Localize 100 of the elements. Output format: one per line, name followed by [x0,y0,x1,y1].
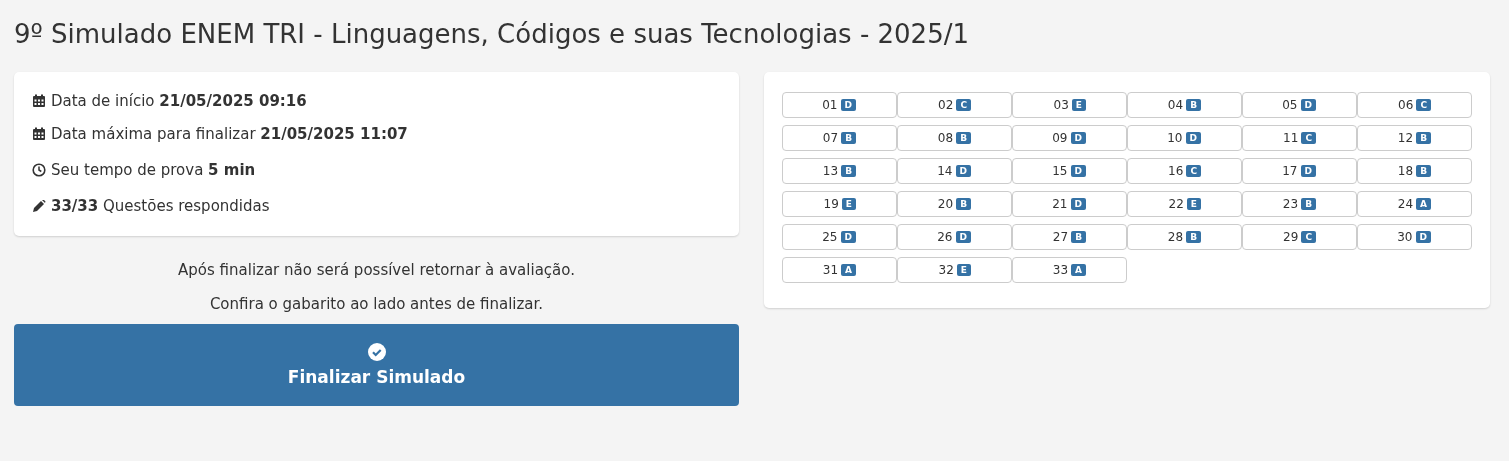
question-cell[interactable]: 15 D [1012,158,1127,184]
info-text: Data máxima para finalizar 21/05/2025 11:07 [51,125,408,143]
question-cell[interactable]: 18 B [1357,158,1472,184]
question-number: 14 [936,164,953,178]
info-text: Data de início 21/05/2025 09:16 [51,92,307,110]
question-number: 17 [1281,164,1298,178]
answer-badge: D [1070,165,1086,177]
question-cell[interactable]: 33 A [1012,257,1127,283]
question-number: 22 [1167,197,1184,211]
question-number: 05 [1281,98,1298,112]
question-number: 26 [936,230,953,244]
pencil-icon [32,199,46,213]
info-text: 33/33 Questões respondidas [51,197,270,215]
answer-badge: E [1186,198,1201,210]
question-number: 03 [1052,98,1069,112]
question-cell[interactable]: 20 B [897,191,1012,217]
question-number: 13 [821,164,839,178]
answer-badge: D [1415,231,1431,243]
clock-icon [32,163,46,177]
answer-badge: A [1416,198,1431,210]
answer-badge: A [1071,264,1086,276]
answer-badge: B [1186,99,1201,111]
question-number: 07 [821,131,839,145]
question-number: 33 [1051,263,1069,277]
question-cell[interactable]: 03 E [1012,92,1127,118]
question-cell[interactable]: 16 C [1127,158,1242,184]
question-cell[interactable]: 19 E [782,191,897,217]
answer-badge: C [1301,231,1316,243]
check-circle-icon [367,343,386,361]
question-number: 32 [937,263,954,277]
question-number: 01 [821,98,838,112]
question-cell[interactable]: 28 B [1127,224,1242,250]
question-cell[interactable]: 12 B [1357,125,1472,151]
answer-badge: C [1416,99,1431,111]
calendar-icon [32,127,46,141]
question-cell[interactable]: 01 D [782,92,897,118]
question-cell[interactable]: 30 D [1357,224,1472,250]
answer-badge: B [1071,231,1086,243]
question-number: 19 [822,197,839,211]
question-number: 16 [1167,164,1184,178]
answer-badge: B [1416,165,1431,177]
question-cell[interactable]: 04 B [1127,92,1242,118]
question-cell[interactable]: 22 E [1127,191,1242,217]
question-cell[interactable]: 09 D [1012,125,1127,151]
answer-badge: D [1300,165,1316,177]
question-cell[interactable]: 27 B [1012,224,1127,250]
question-number: 12 [1396,131,1414,145]
answer-badge: D [1070,132,1086,144]
question-cell[interactable]: 10 D [1127,125,1242,151]
question-number: 29 [1282,230,1299,244]
question-cell[interactable]: 07 B [782,125,897,151]
question-cell[interactable]: 31 A [782,257,897,283]
page-title: 9º Simulado ENEM TRI - Linguagens, Códigos e suas Tecnologias - 2025/1 [14,18,970,51]
answer-badge: C [1301,132,1316,144]
question-cell[interactable]: 32 E [897,257,1012,283]
question-cell[interactable]: 11 C [1242,125,1357,151]
question-cell[interactable]: 14 D [897,158,1012,184]
answer-badge: B [956,198,971,210]
answer-badge: B [1301,198,1316,210]
calendar-icon [32,94,46,108]
question-number: 25 [821,230,838,244]
question-cell[interactable]: 26 D [897,224,1012,250]
question-number: 18 [1396,164,1414,178]
info-text: Seu tempo de prova 5 min [51,161,256,179]
answer-badge: D [1070,198,1086,210]
question-cell[interactable]: 06 C [1357,92,1472,118]
answer-badge: E [841,198,856,210]
question-number: 04 [1166,98,1184,112]
answer-badge: E [1071,99,1086,111]
answer-badge: D [1300,99,1316,111]
question-cell[interactable]: 29 C [1242,224,1357,250]
question-cell[interactable]: 21 D [1012,191,1127,217]
question-cell[interactable]: 08 B [897,125,1012,151]
question-number: 28 [1166,230,1184,244]
answer-badge: D [1185,132,1201,144]
answer-badge: D [955,165,971,177]
finish-button[interactable]: Finalizar Simulado [14,324,739,406]
answer-badge: C [956,99,971,111]
answer-badge: E [956,264,971,276]
answer-badge: D [955,231,971,243]
question-cell[interactable]: 02 C [897,92,1012,118]
question-number: 20 [936,197,954,211]
question-number: 23 [1281,197,1299,211]
question-cell[interactable]: 23 B [1242,191,1357,217]
question-number: 31 [821,263,839,277]
question-number: 11 [1282,131,1299,145]
question-cell[interactable]: 05 D [1242,92,1357,118]
question-number: 02 [937,98,954,112]
note-text: Após finalizar não será possível retornar à avaliação. [177,261,576,279]
question-cell[interactable]: 24 A [1357,191,1472,217]
question-number: 21 [1051,197,1068,211]
note-text: Confira o gabarito ao lado antes de finalizar. [208,295,545,313]
answer-badge: B [956,132,971,144]
answer-badge: D [840,231,856,243]
answer-badge: D [840,99,856,111]
question-cell[interactable]: 17 D [1242,158,1357,184]
question-cell[interactable]: 13 B [782,158,897,184]
question-number: 30 [1396,230,1413,244]
question-number: 15 [1051,164,1068,178]
question-cell[interactable]: 25 D [782,224,897,250]
